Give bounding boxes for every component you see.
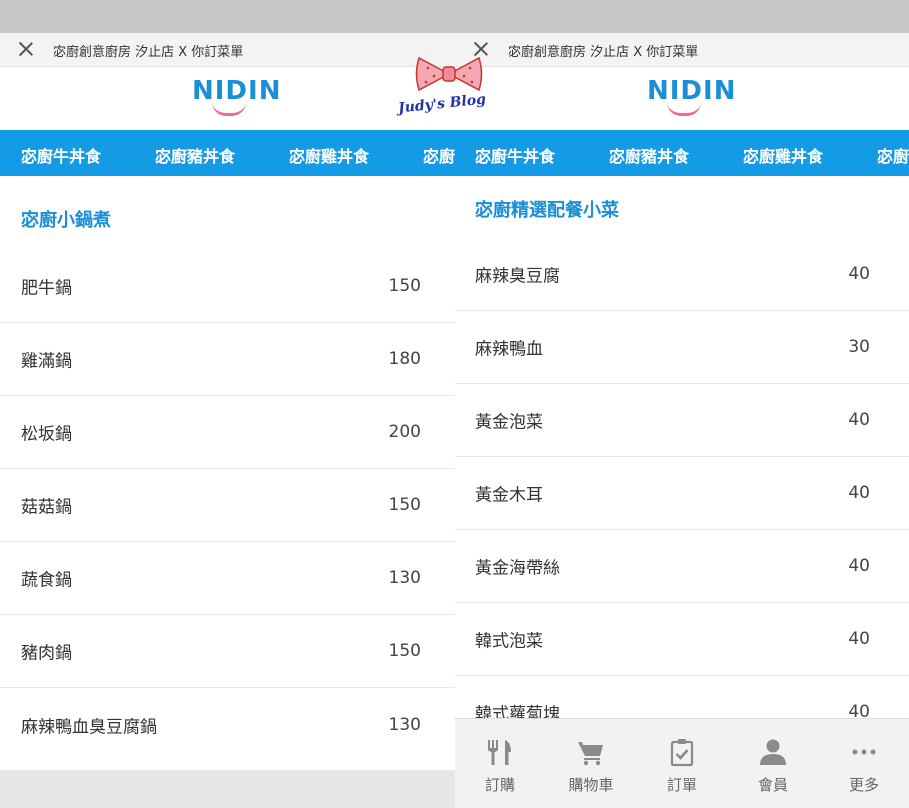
item-name: 韓式泡菜 [475, 631, 543, 652]
nav-label: 訂單 [666, 776, 697, 794]
title-bar: 宓廚創意廚房 汐止店 X 你訂菜單 [0, 33, 455, 67]
item-name: 黃金木耳 [475, 485, 543, 506]
status-bar [0, 0, 455, 33]
item-price: 40 [848, 556, 870, 576]
item-name: 麻辣臭豆腐 [475, 266, 560, 287]
close-icon[interactable] [18, 41, 34, 57]
item-price: 40 [848, 629, 870, 649]
menu-item-row[interactable]: 麻辣臭豆腐 40 [455, 238, 909, 311]
menu-item-row[interactable]: 黃金木耳 40 [455, 457, 909, 530]
item-price: 130 [388, 568, 421, 588]
menu-item-row[interactable]: 雞滿鍋 180 [0, 323, 455, 396]
item-name: 雞滿鍋 [21, 351, 72, 372]
blog-watermark: Judy's Blog [388, 52, 514, 124]
tab-more-category[interactable]: 宓廚 [877, 143, 909, 167]
nav-label: 購物車 [568, 776, 614, 794]
nav-label: 更多 [848, 776, 879, 794]
item-price: 40 [848, 264, 870, 284]
window-title: 宓廚創意廚房 汐止店 X 你訂菜單 [508, 45, 699, 60]
status-bar [455, 0, 909, 33]
menu-item-row[interactable]: 肥牛鍋 150 [0, 250, 455, 323]
tab-beef-bowl[interactable]: 宓廚牛丼食 [475, 143, 555, 167]
watermark-text: Judy's Blog [397, 91, 487, 117]
item-price: 150 [388, 495, 421, 515]
cart-icon [578, 742, 603, 766]
item-name: 黃金泡菜 [475, 412, 543, 433]
item-name: 麻辣鴨血 [475, 339, 543, 360]
item-price: 200 [388, 422, 421, 442]
item-price: 150 [388, 641, 421, 661]
item-name: 蔬食鍋 [21, 570, 72, 591]
item-name: 黃金海帶絲 [475, 558, 560, 579]
bow-icon [415, 56, 483, 92]
title-bar: 宓廚創意廚房 汐止店 X 你訂菜單 [455, 33, 909, 67]
tab-chicken-bowl[interactable]: 宓廚雞丼食 [289, 143, 369, 167]
menu-item-row[interactable]: 黃金泡菜 40 [455, 384, 909, 457]
utensils-icon [488, 740, 511, 765]
more-dots-icon [852, 749, 876, 755]
tab-more-category[interactable]: 宓廚 [423, 143, 455, 167]
menu-item-row[interactable]: 麻辣鴨血 30 [455, 311, 909, 384]
nav-label: 訂購 [484, 776, 515, 794]
item-name: 肥牛鍋 [21, 278, 72, 299]
menu-item-row[interactable]: 黃金海帶絲 40 [455, 530, 909, 603]
nav-orders[interactable]: 訂單 [637, 719, 727, 808]
item-price: 40 [848, 410, 870, 430]
header-logo-area: NIDIN [0, 67, 455, 130]
nav-label: 會員 [757, 776, 788, 794]
logo-smile-icon [212, 102, 246, 116]
menu-item-row[interactable]: 菇菇鍋 150 [0, 469, 455, 542]
tab-pork-bowl[interactable]: 宓廚豬丼食 [609, 143, 689, 167]
window-title: 宓廚創意廚房 汐止店 X 你訂菜單 [53, 45, 244, 60]
right-screenshot: 宓廚創意廚房 汐止店 X 你訂菜單 NIDIN 宓廚牛丼食 宓廚豬丼食 宓廚雞丼… [455, 0, 909, 808]
menu-item-row[interactable]: 蔬食鍋 130 [0, 542, 455, 615]
nav-member[interactable]: 會員 [728, 719, 818, 808]
item-price: 130 [388, 714, 421, 735]
category-tabs: 宓廚牛丼食 宓廚豬丼食 宓廚雞丼食 宓廚 [0, 130, 455, 176]
item-name: 菇菇鍋 [21, 497, 72, 518]
item-name: 松坂鍋 [21, 424, 72, 445]
item-name: 麻辣鴨血臭豆腐鍋 [21, 717, 157, 737]
nav-order[interactable]: 訂購 [455, 719, 545, 808]
nav-cart[interactable]: 購物車 [546, 719, 636, 808]
left-screenshot: 宓廚創意廚房 汐止店 X 你訂菜單 NIDIN 宓廚牛丼食 宓廚豬丼食 宓廚雞丼… [0, 0, 455, 808]
nidin-logo[interactable]: NIDIN [647, 74, 735, 122]
menu-item-row[interactable]: 麻辣鴨血臭豆腐鍋 130 [0, 688, 455, 761]
tab-pork-bowl[interactable]: 宓廚豬丼食 [155, 143, 235, 167]
bottom-navigation: 訂購 購物車 訂單 會員 更多 [455, 718, 909, 808]
header-logo-area: NIDIN [455, 67, 909, 130]
item-price: 150 [388, 276, 421, 296]
bottom-bar-placeholder [0, 770, 455, 808]
user-icon [760, 739, 786, 765]
menu-item-row[interactable]: 韓式泡菜 40 [455, 603, 909, 676]
clipboard-check-icon [670, 739, 694, 767]
category-tabs: 宓廚牛丼食 宓廚豬丼食 宓廚雞丼食 宓廚 [455, 130, 909, 176]
tab-beef-bowl[interactable]: 宓廚牛丼食 [21, 143, 101, 167]
logo-smile-icon [667, 102, 701, 116]
menu-item-row[interactable]: 松坂鍋 200 [0, 396, 455, 469]
nidin-logo[interactable]: NIDIN [192, 74, 280, 122]
section-title: 宓廚精選配餐小菜 [475, 200, 619, 221]
nav-more[interactable]: 更多 [819, 719, 909, 808]
item-name: 豬肉鍋 [21, 643, 72, 664]
item-price: 40 [848, 483, 870, 503]
menu-item-row[interactable]: 豬肉鍋 150 [0, 615, 455, 688]
item-price: 30 [848, 337, 870, 357]
tab-chicken-bowl[interactable]: 宓廚雞丼食 [743, 143, 823, 167]
section-title: 宓廚小鍋煮 [21, 210, 111, 231]
item-price: 180 [388, 349, 421, 369]
